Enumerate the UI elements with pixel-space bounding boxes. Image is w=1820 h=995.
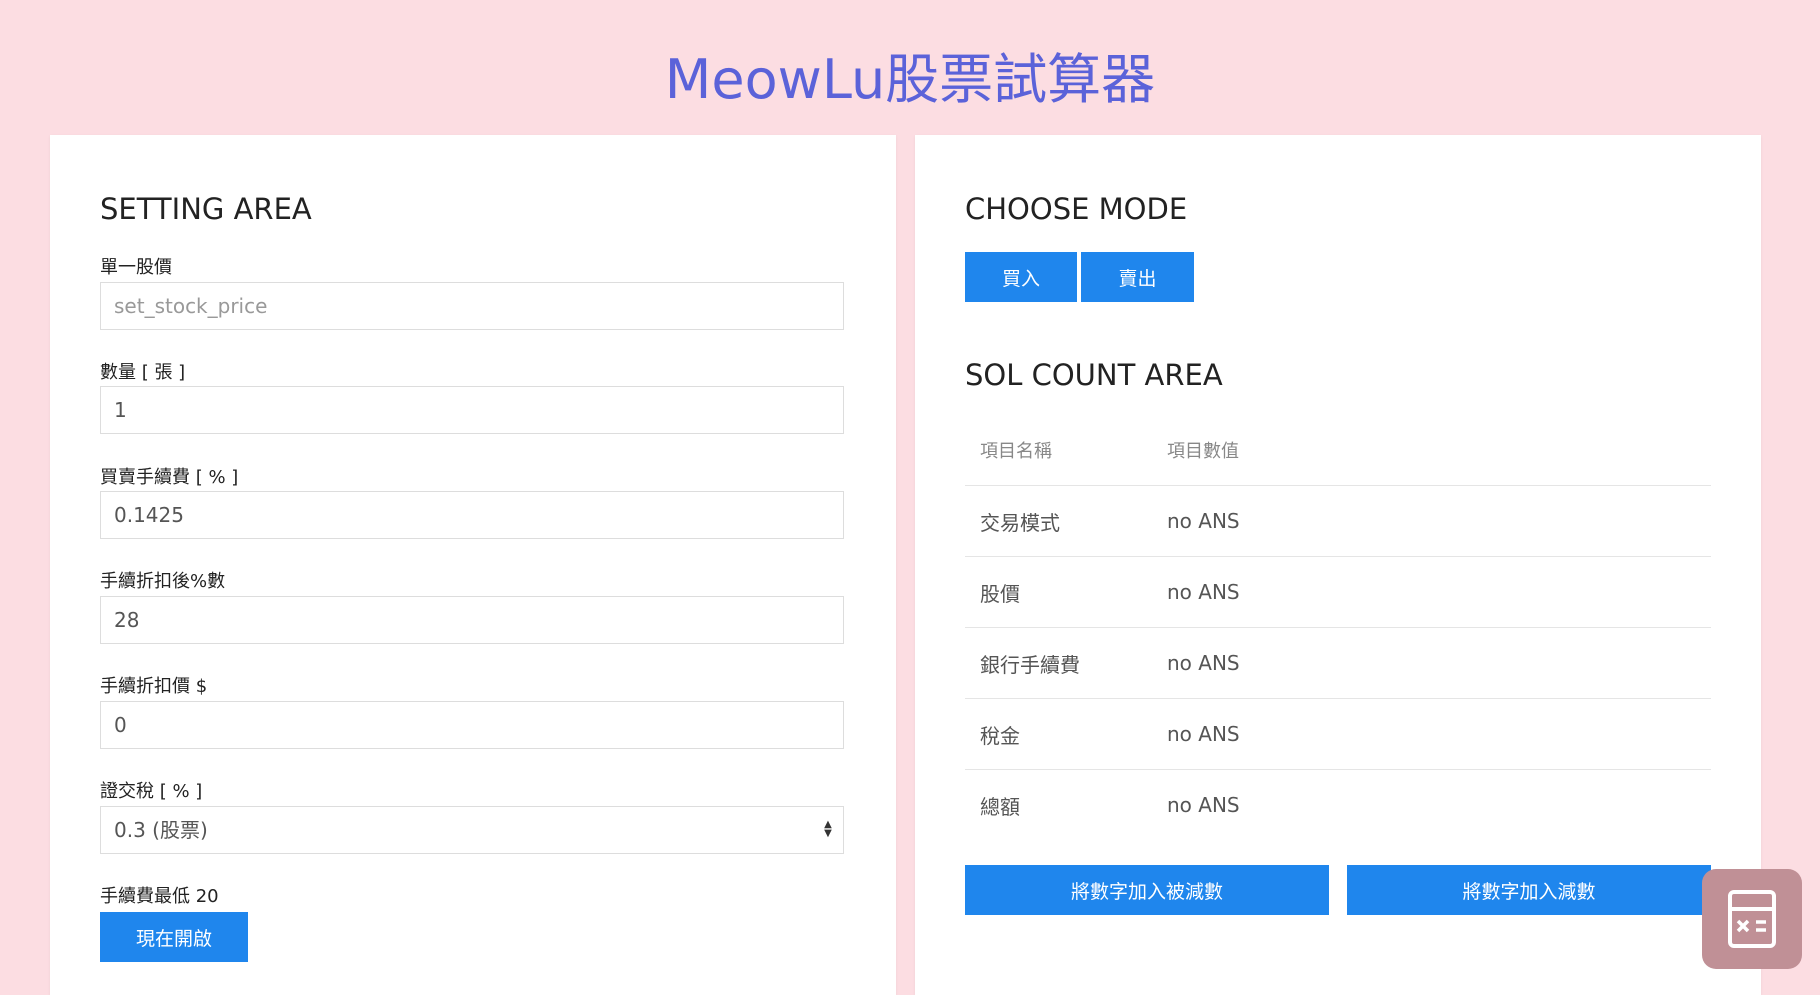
- discount-price-input[interactable]: 0: [100, 701, 844, 749]
- table-row: 股價 no ANS: [965, 556, 1711, 628]
- fee-input[interactable]: 0.1425: [100, 491, 844, 539]
- table-row: 銀行手續費 no ANS: [965, 627, 1711, 699]
- row-name: 交易模式: [965, 485, 1152, 557]
- row-value: no ANS: [1152, 627, 1711, 699]
- sol-heading: SOL COUNT AREA: [965, 358, 1223, 392]
- row-name: 總額: [980, 794, 1020, 819]
- col-value-header: 項目數值: [1152, 415, 1711, 486]
- table-header-row: 項目名稱 項目數值: [965, 415, 1711, 486]
- buy-button[interactable]: 買入: [965, 252, 1077, 302]
- add-subtrahend-button[interactable]: 將數字加入減數: [1347, 865, 1711, 915]
- row-name: 股價: [965, 556, 1152, 628]
- discount-label: 手續折扣後%數: [100, 571, 226, 592]
- col-name-header: 項目名稱: [965, 415, 1152, 486]
- open-now-button[interactable]: 現在開啟: [100, 912, 248, 962]
- sol-table: 項目名稱 項目數值 交易模式 no ANS 股價 no ANS 銀行手續費 no…: [965, 415, 1711, 840]
- calculator-fab[interactable]: [1702, 869, 1802, 969]
- table-row: 交易模式 no ANS: [965, 485, 1711, 557]
- price-label: 單一股價: [100, 257, 172, 278]
- mode-heading: CHOOSE MODE: [965, 192, 1188, 226]
- calculator-icon: [1728, 890, 1776, 948]
- stock-price-input[interactable]: set_stock_price: [100, 282, 844, 330]
- tax-label: 證交稅 [ % ]: [100, 781, 203, 802]
- fee-label: 買賣手續費 [ % ]: [100, 467, 239, 488]
- table-row: 總額 no ANS: [965, 770, 1711, 841]
- discount-price-label: 手續折扣價 $: [100, 676, 208, 697]
- discount-input[interactable]: 28: [100, 596, 844, 644]
- tax-select-value: 0.3 (股票): [114, 818, 208, 842]
- row-name: 銀行手續費: [965, 627, 1152, 699]
- row-value: no ANS: [1152, 698, 1711, 770]
- add-minuend-button[interactable]: 將數字加入被減數: [965, 865, 1329, 915]
- table-row: 稅金 no ANS: [965, 698, 1711, 770]
- setting-heading: SETTING AREA: [100, 192, 312, 226]
- setting-panel: SETTING AREA 單一股價 set_stock_price 數量 [ 張…: [50, 135, 896, 995]
- row-value: no ANS: [1167, 793, 1240, 817]
- quantity-label: 數量 [ 張 ]: [100, 362, 186, 383]
- tax-select[interactable]: 0.3 (股票) ▲ ▼: [100, 806, 844, 854]
- row-name: 稅金: [965, 698, 1152, 770]
- row-value: no ANS: [1152, 556, 1711, 628]
- row-value: no ANS: [1152, 485, 1711, 557]
- min-fee-label: 手續費最低 20: [100, 886, 219, 907]
- result-panel: CHOOSE MODE 買入 賣出 SOL COUNT AREA 項目名稱 項目…: [915, 135, 1761, 995]
- quantity-input[interactable]: 1: [100, 386, 844, 434]
- page-title: MeowLu股票試算器: [664, 48, 1156, 111]
- sell-button[interactable]: 賣出: [1081, 252, 1194, 302]
- select-arrows-icon: ▲ ▼: [824, 819, 832, 839]
